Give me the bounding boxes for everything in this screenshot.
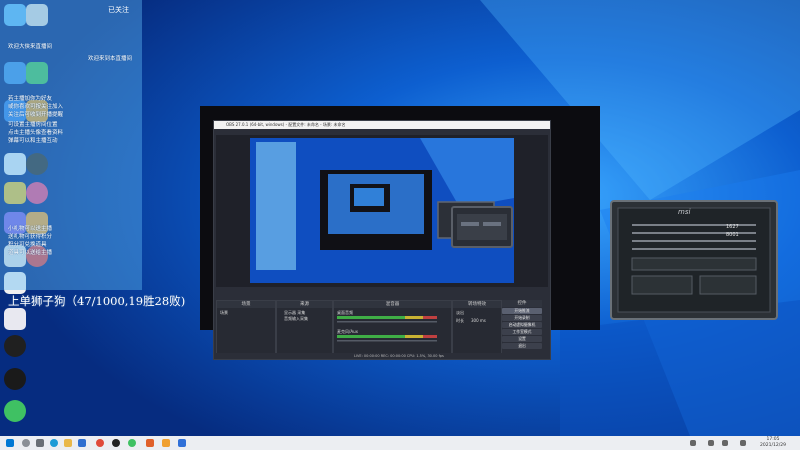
obs-statusbar: LIVE: 00:00:00 REC: 00:00:00 CPU: 1.5%, … — [214, 353, 550, 359]
obs-titlebar: OBS 27.0.1 (64-bit, windows) - 配置文件: 未命名… — [214, 121, 550, 129]
chat-follow-label: 已关注 — [108, 6, 129, 14]
wechat-taskbar-icon[interactable] — [128, 439, 136, 447]
transitions-panel: 转场特效 淡出 时长 300 ms — [452, 300, 502, 354]
chat-message: 关注后可收到开播提醒 — [8, 112, 64, 118]
duration-value[interactable]: 300 ms — [471, 318, 486, 323]
chat-message: 弹幕可以和主播互动 — [8, 138, 58, 144]
start-icon[interactable] — [6, 439, 14, 447]
start-recording-button[interactable]: 开始录制 — [502, 315, 542, 321]
chat-message: 送礼物可获得积分 — [8, 234, 53, 240]
taskbar-clock[interactable]: 17:05 2021/12/29 — [760, 437, 786, 449]
msi-widget-panel — [617, 207, 771, 313]
settings-button[interactable]: 设置 — [502, 336, 542, 342]
chat-message: 或你喜欢可按关注加入 — [8, 104, 64, 110]
controls-panel-title: 控件 — [502, 300, 542, 307]
mixer-meter-desktop — [337, 316, 437, 323]
floating-window-content — [457, 214, 507, 240]
scenes-panel-title: 场景 — [217, 301, 275, 308]
clock-date: 2021/12/29 — [760, 443, 786, 448]
mixer-panel: 混音器 桌面音频 麦克风/Aux — [333, 300, 452, 354]
desktop-icon-obs-studio[interactable] — [4, 335, 26, 357]
transitions-panel-title: 转场特效 — [453, 301, 501, 308]
chrome-icon[interactable] — [96, 439, 104, 447]
desktop-icon-qq[interactable] — [4, 368, 26, 390]
transition-select[interactable]: 淡出 — [456, 310, 464, 316]
chat-message: 道具可以送给主播 — [8, 250, 53, 256]
app-taskbar-icon[interactable] — [178, 439, 186, 447]
task-view-icon[interactable] — [36, 439, 44, 447]
msi-brand: msi — [678, 208, 691, 216]
chat-message: 若主播加你为好友 — [8, 96, 53, 102]
scene-item[interactable]: 场景 — [220, 310, 228, 316]
file-explorer-icon[interactable] — [64, 439, 72, 447]
msi-afterburner-widget[interactable]: msi 1627 8001 — [610, 200, 778, 320]
start-streaming-button[interactable]: 开始推流 — [502, 308, 542, 314]
chat-message: 点击主播头像查看资料 — [8, 130, 64, 136]
chat-message: 欢迎大侠来直播间 — [8, 44, 53, 50]
mixer-meter-mic — [337, 335, 437, 342]
obs-taskbar-icon[interactable] — [112, 439, 120, 447]
chat-message: 可设置主播房间位置 — [8, 122, 58, 128]
taskbar — [0, 436, 800, 450]
stream-title: 上单狮子狗（47/1000,19胜28败) — [8, 294, 186, 308]
desktop-icon-wechat-2[interactable] — [4, 400, 26, 422]
chat-message: 欢迎来到本直播间 — [88, 56, 133, 62]
mixer-panel-title: 混音器 — [334, 301, 451, 308]
msi-value: 8001 — [726, 232, 739, 238]
exit-button[interactable]: 退出 — [502, 343, 542, 349]
volume-icon[interactable] — [722, 440, 728, 446]
app-taskbar-icon[interactable] — [162, 439, 170, 447]
desktop-icon-mail[interactable] — [4, 308, 26, 330]
obs-status-text: LIVE: 00:00:00 REC: 00:00:00 CPU: 1.5%, … — [354, 354, 444, 358]
store-icon[interactable] — [78, 439, 86, 447]
sources-panel-title: 来源 — [277, 301, 332, 308]
edge-icon[interactable] — [50, 439, 58, 447]
msi-value: 1627 — [726, 224, 739, 230]
chat-message: 小礼物可以送主播 — [8, 226, 53, 232]
sources-panel: 来源 显示器 采集 音频输入采集 — [276, 300, 333, 354]
ime-icon[interactable] — [740, 440, 746, 446]
tray-icon[interactable] — [690, 440, 696, 446]
virtual-camera-button[interactable]: 启动虚拟摄像机 — [502, 322, 542, 328]
network-icon[interactable] — [708, 440, 714, 446]
duration-label: 时长 — [456, 318, 464, 323]
search-icon[interactable] — [22, 439, 30, 447]
source-item[interactable]: 音频输入采集 — [284, 316, 308, 322]
obs-window-title: OBS 27.0.1 (64-bit, windows) - 配置文件: 未命名… — [226, 122, 346, 127]
app-taskbar-icon[interactable] — [146, 439, 154, 447]
chat-message: 积分可兑换道具 — [8, 242, 47, 248]
floating-window[interactable] — [451, 206, 513, 248]
studio-mode-button[interactable]: 工作室模式 — [502, 329, 542, 335]
scenes-panel: 场景 场景 — [216, 300, 276, 354]
